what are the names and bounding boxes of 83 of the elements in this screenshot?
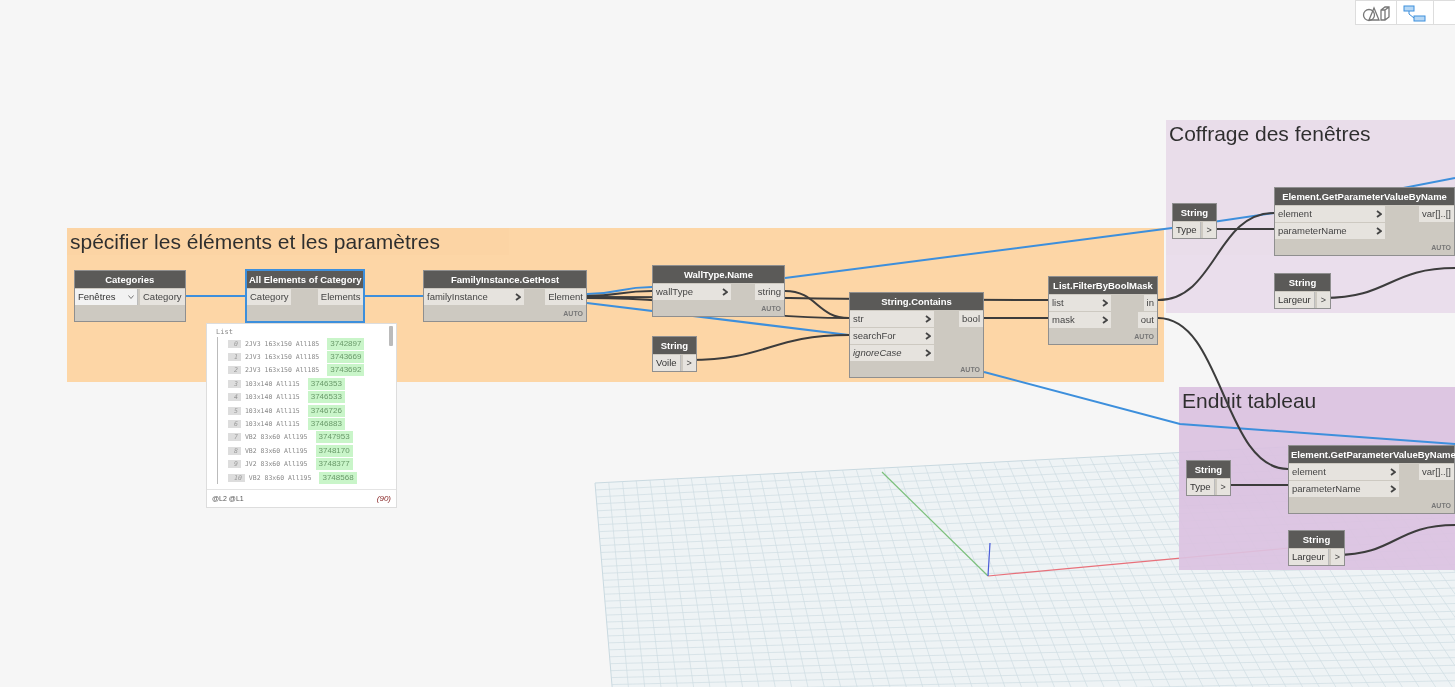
input-port[interactable]: element: [1275, 206, 1385, 222]
node-title: Element.GetParameterValueByName: [1289, 446, 1454, 463]
chevron-icon: [925, 349, 931, 357]
input-port[interactable]: searchFor: [850, 328, 934, 344]
input-port[interactable]: wallType: [653, 284, 731, 300]
output-port[interactable]: bool: [959, 311, 983, 327]
input-port[interactable]: list: [1049, 295, 1111, 311]
output-port[interactable]: >: [682, 355, 696, 371]
node-card[interactable]: String Largeur >: [1274, 273, 1331, 309]
node-card[interactable]: String Largeur >: [1288, 530, 1345, 566]
element-id: 3742897: [327, 337, 365, 350]
chevron-icon: [1390, 468, 1396, 476]
node-title: Categories: [75, 271, 185, 288]
caret-icon: [128, 295, 134, 299]
input-port[interactable]: parameterName: [1289, 481, 1399, 497]
scrollbar-thumb[interactable]: [389, 326, 393, 346]
node-title: WallType.Name: [653, 266, 784, 283]
input-port[interactable]: Category: [247, 289, 291, 305]
output-port[interactable]: out: [1137, 312, 1157, 328]
node-graph-icon: [1403, 3, 1427, 22]
shapes-icon: [1362, 3, 1390, 22]
element-id: 3747953: [315, 431, 353, 444]
element-id: 3743692: [327, 364, 365, 377]
node-title: Element.GetParameterValueByName: [1275, 188, 1454, 205]
chevron-icon: [1390, 485, 1396, 493]
output-port[interactable]: Category: [140, 289, 185, 305]
node-card[interactable]: String Type >: [1172, 203, 1217, 239]
item-count: (90): [376, 494, 391, 503]
node-card[interactable]: String Type >: [1186, 460, 1231, 496]
output-port[interactable]: in: [1143, 295, 1157, 311]
output-port[interactable]: Elements: [317, 289, 364, 305]
node-title: String: [1289, 531, 1344, 548]
element-id: 3746726: [307, 404, 345, 417]
output-port[interactable]: >: [1216, 479, 1230, 495]
node-title: FamilyInstance.GetHost: [424, 271, 586, 288]
input-port[interactable]: ignoreCase: [850, 345, 934, 361]
output-port[interactable]: var[]..[]: [1418, 206, 1454, 222]
input-port[interactable]: familyInstance: [424, 289, 524, 305]
node-title: String: [653, 337, 696, 354]
string-input-field[interactable]: Voile: [653, 355, 681, 371]
input-port[interactable]: parameterName: [1275, 223, 1385, 239]
element-id: 3746533: [307, 391, 345, 404]
node-title: String: [1275, 274, 1330, 291]
element-id: 3746883: [307, 418, 345, 431]
chevron-icon: [1102, 299, 1108, 307]
node-title: List.FilterByBoolMask: [1049, 277, 1157, 294]
chevron-icon: [722, 288, 728, 296]
node-card[interactable]: Categories Fenêtres Category: [74, 270, 186, 322]
input-port[interactable]: str: [850, 311, 934, 327]
output-port[interactable]: var[]..[]: [1418, 464, 1454, 480]
z-axis-line: [987, 542, 991, 577]
output-port[interactable]: >: [1330, 549, 1344, 565]
element-id: 3748170: [315, 444, 353, 457]
output-port[interactable]: string: [754, 284, 784, 300]
element-id: 3746353: [307, 377, 345, 390]
element-id: 3748377: [315, 458, 353, 471]
string-input-field[interactable]: Largeur: [1289, 549, 1329, 565]
group-title: spécifier les éléments et les paramètres: [69, 229, 440, 254]
element-id: 3748568: [319, 471, 357, 484]
chevron-icon: [1376, 227, 1382, 235]
node-card[interactable]: String Voile >: [652, 336, 697, 372]
output-port[interactable]: Element: [545, 289, 586, 305]
node-card[interactable]: All Elements of Category Category Elements: [245, 269, 366, 323]
chevron-icon: [925, 315, 931, 323]
input-port[interactable]: mask: [1049, 312, 1111, 328]
string-input-field[interactable]: Largeur: [1275, 292, 1315, 308]
node-title: All Elements of Category: [247, 271, 364, 288]
element-id: 3743669: [327, 351, 365, 364]
node-title: String: [1187, 461, 1230, 478]
string-input-field[interactable]: Type: [1173, 222, 1201, 238]
connector-wire: [983, 317, 1049, 319]
string-input-field[interactable]: Type: [1187, 479, 1215, 495]
node-title: String: [1173, 204, 1216, 221]
group-title: Coffrage des fenêtres: [1168, 121, 1371, 146]
chevron-icon: [925, 332, 931, 340]
input-port[interactable]: element: [1289, 464, 1399, 480]
dropdown[interactable]: Fenêtres: [75, 289, 138, 305]
chevron-icon: [1376, 210, 1382, 218]
output-port[interactable]: >: [1316, 292, 1330, 308]
chevron-icon: [1102, 316, 1108, 324]
chevron-icon: [515, 293, 521, 301]
node-title: String.Contains: [850, 293, 983, 310]
output-port[interactable]: >: [1202, 222, 1216, 238]
